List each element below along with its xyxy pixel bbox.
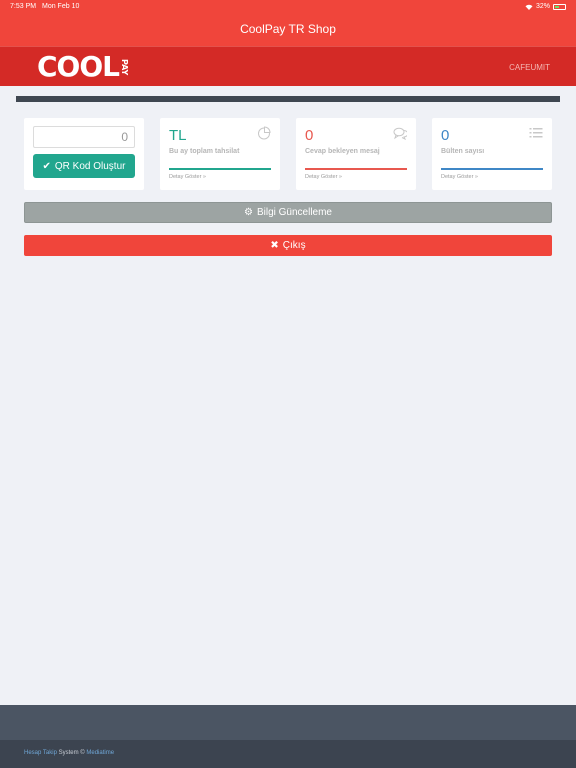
status-time: 7:53 PM: [10, 3, 37, 10]
battery-percent: 32%: [535, 3, 550, 10]
stat-bar: [305, 168, 407, 170]
comments-icon: [393, 127, 407, 140]
footer: Hesap Takip System © Mediatime: [0, 740, 576, 768]
brand-bar: COOL PAY CAFEUMIT: [0, 46, 576, 86]
close-icon: ✖: [270, 240, 279, 251]
detail-link[interactable]: Detay Göster »: [169, 174, 206, 180]
divider-strip: [16, 96, 560, 102]
footer-band: [0, 705, 576, 740]
footer-link-hesap[interactable]: Hesap Takip: [24, 750, 57, 756]
stat-card-revenue: TL Bu ay toplam tahsilat Detay Göster »: [160, 118, 280, 190]
detail-link[interactable]: Detay Göster »: [305, 174, 342, 180]
stat-card-bulletins: 0 Bülten sayısı Detay Göster »: [432, 118, 552, 190]
stat-card-messages: 0 Cevap bekleyen mesaj Detay Göster »: [296, 118, 416, 190]
logout-button[interactable]: ✖ Çıkış: [24, 235, 552, 256]
stat-value: TL: [169, 127, 187, 144]
list-icon: [529, 128, 543, 138]
stat-bar: [169, 168, 271, 170]
stat-value: 0: [441, 127, 450, 144]
gears-icon: ⚙: [243, 207, 253, 218]
status-bar: 7:53 PM Mon Feb 10 32%: [0, 0, 576, 14]
stat-value: 0: [305, 127, 314, 144]
stat-label: Cevap bekleyen mesaj: [305, 148, 380, 155]
wifi-icon: [525, 4, 533, 10]
status-right: 32%: [525, 3, 566, 10]
qr-card: ✔ QR Kod Oluştur: [24, 118, 144, 190]
pie-chart-icon: [258, 126, 271, 140]
coolpay-logo[interactable]: COOL PAY: [37, 52, 129, 82]
detail-link[interactable]: Detay Göster »: [441, 174, 478, 180]
battery-icon: [553, 3, 566, 10]
stat-label: Bu ay toplam tahsilat: [169, 148, 240, 155]
create-qr-button[interactable]: ✔ QR Kod Oluştur: [33, 154, 135, 178]
check-icon: ✔: [42, 160, 51, 172]
user-menu-link[interactable]: CAFEUMIT: [509, 63, 550, 72]
footer-link-mediatime[interactable]: Mediatime: [86, 750, 114, 756]
amount-input[interactable]: [33, 126, 135, 148]
stat-bar: [441, 168, 543, 170]
stat-label: Bülten sayısı: [441, 148, 485, 155]
nav-title: CoolPay TR Shop: [0, 14, 576, 46]
update-info-button[interactable]: ⚙ Bilgi Güncelleme: [24, 202, 552, 223]
footer-text: Hesap Takip System © Mediatime: [24, 750, 115, 756]
status-date: Mon Feb 10: [42, 3, 80, 10]
